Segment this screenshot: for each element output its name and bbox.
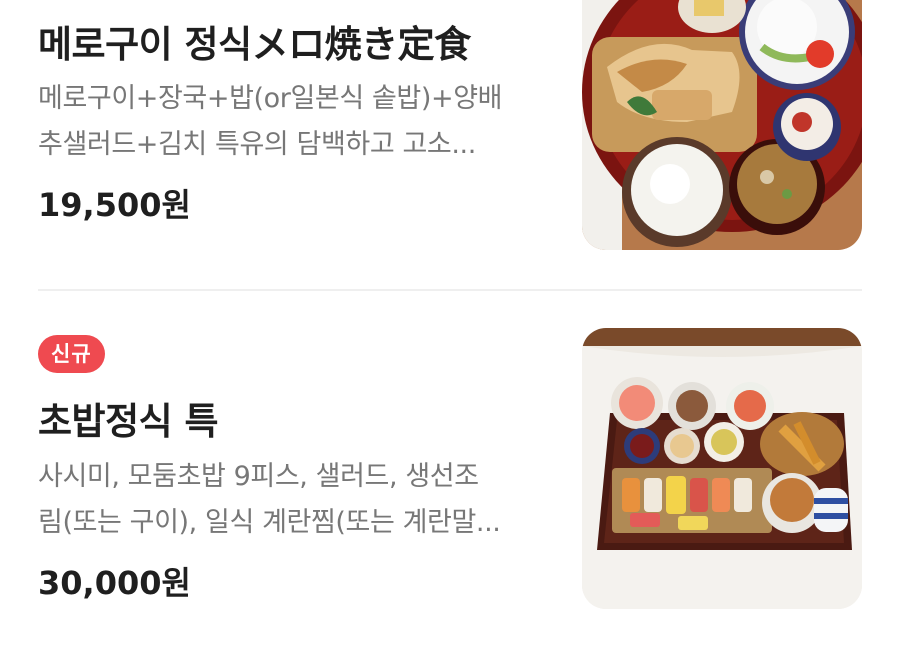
menu-item-title: 초밥정식 특 bbox=[38, 400, 219, 443]
description-line: 추샐러드+김치 특유의 담백하고 고소... bbox=[38, 129, 476, 160]
menu-item-photo[interactable] bbox=[582, 328, 862, 609]
menu-item-price: 30,000원 bbox=[38, 564, 191, 602]
menu-item-mero-set[interactable]: 메로구이 정식メロ焼き定食 메로구이+장국+밥(or일본식 솥밥)+양배 추샐러… bbox=[0, 0, 900, 290]
menu-item-description: 메로구이+장국+밥(or일본식 솥밥)+양배 추샐러드+김치 특유의 담백하고 … bbox=[38, 76, 538, 168]
menu-item-sushi-set[interactable]: 신규 초밥정식 특 사시미, 모둠초밥 9피스, 샐러드, 생선조 림(또는 구… bbox=[0, 291, 900, 655]
sushi-set-meal-photo bbox=[582, 328, 862, 609]
menu-item-price: 19,500원 bbox=[38, 186, 191, 224]
description-line: 메로구이+장국+밥(or일본식 솥밥)+양배 bbox=[38, 83, 503, 114]
menu-item-title: 메로구이 정식メロ焼き定食 bbox=[38, 23, 471, 66]
menu-item-description: 사시미, 모둠초밥 9피스, 샐러드, 생선조 림(또는 구이), 일식 계란찜… bbox=[38, 454, 538, 546]
new-badge: 신규 bbox=[38, 335, 105, 373]
grilled-fish-set-meal-photo bbox=[582, 0, 862, 250]
menu-item-photo[interactable] bbox=[582, 0, 862, 250]
description-line: 사시미, 모둠초밥 9피스, 샐러드, 생선조 bbox=[38, 461, 479, 492]
description-line: 림(또는 구이), 일식 계란찜(또는 계란말... bbox=[38, 507, 501, 538]
